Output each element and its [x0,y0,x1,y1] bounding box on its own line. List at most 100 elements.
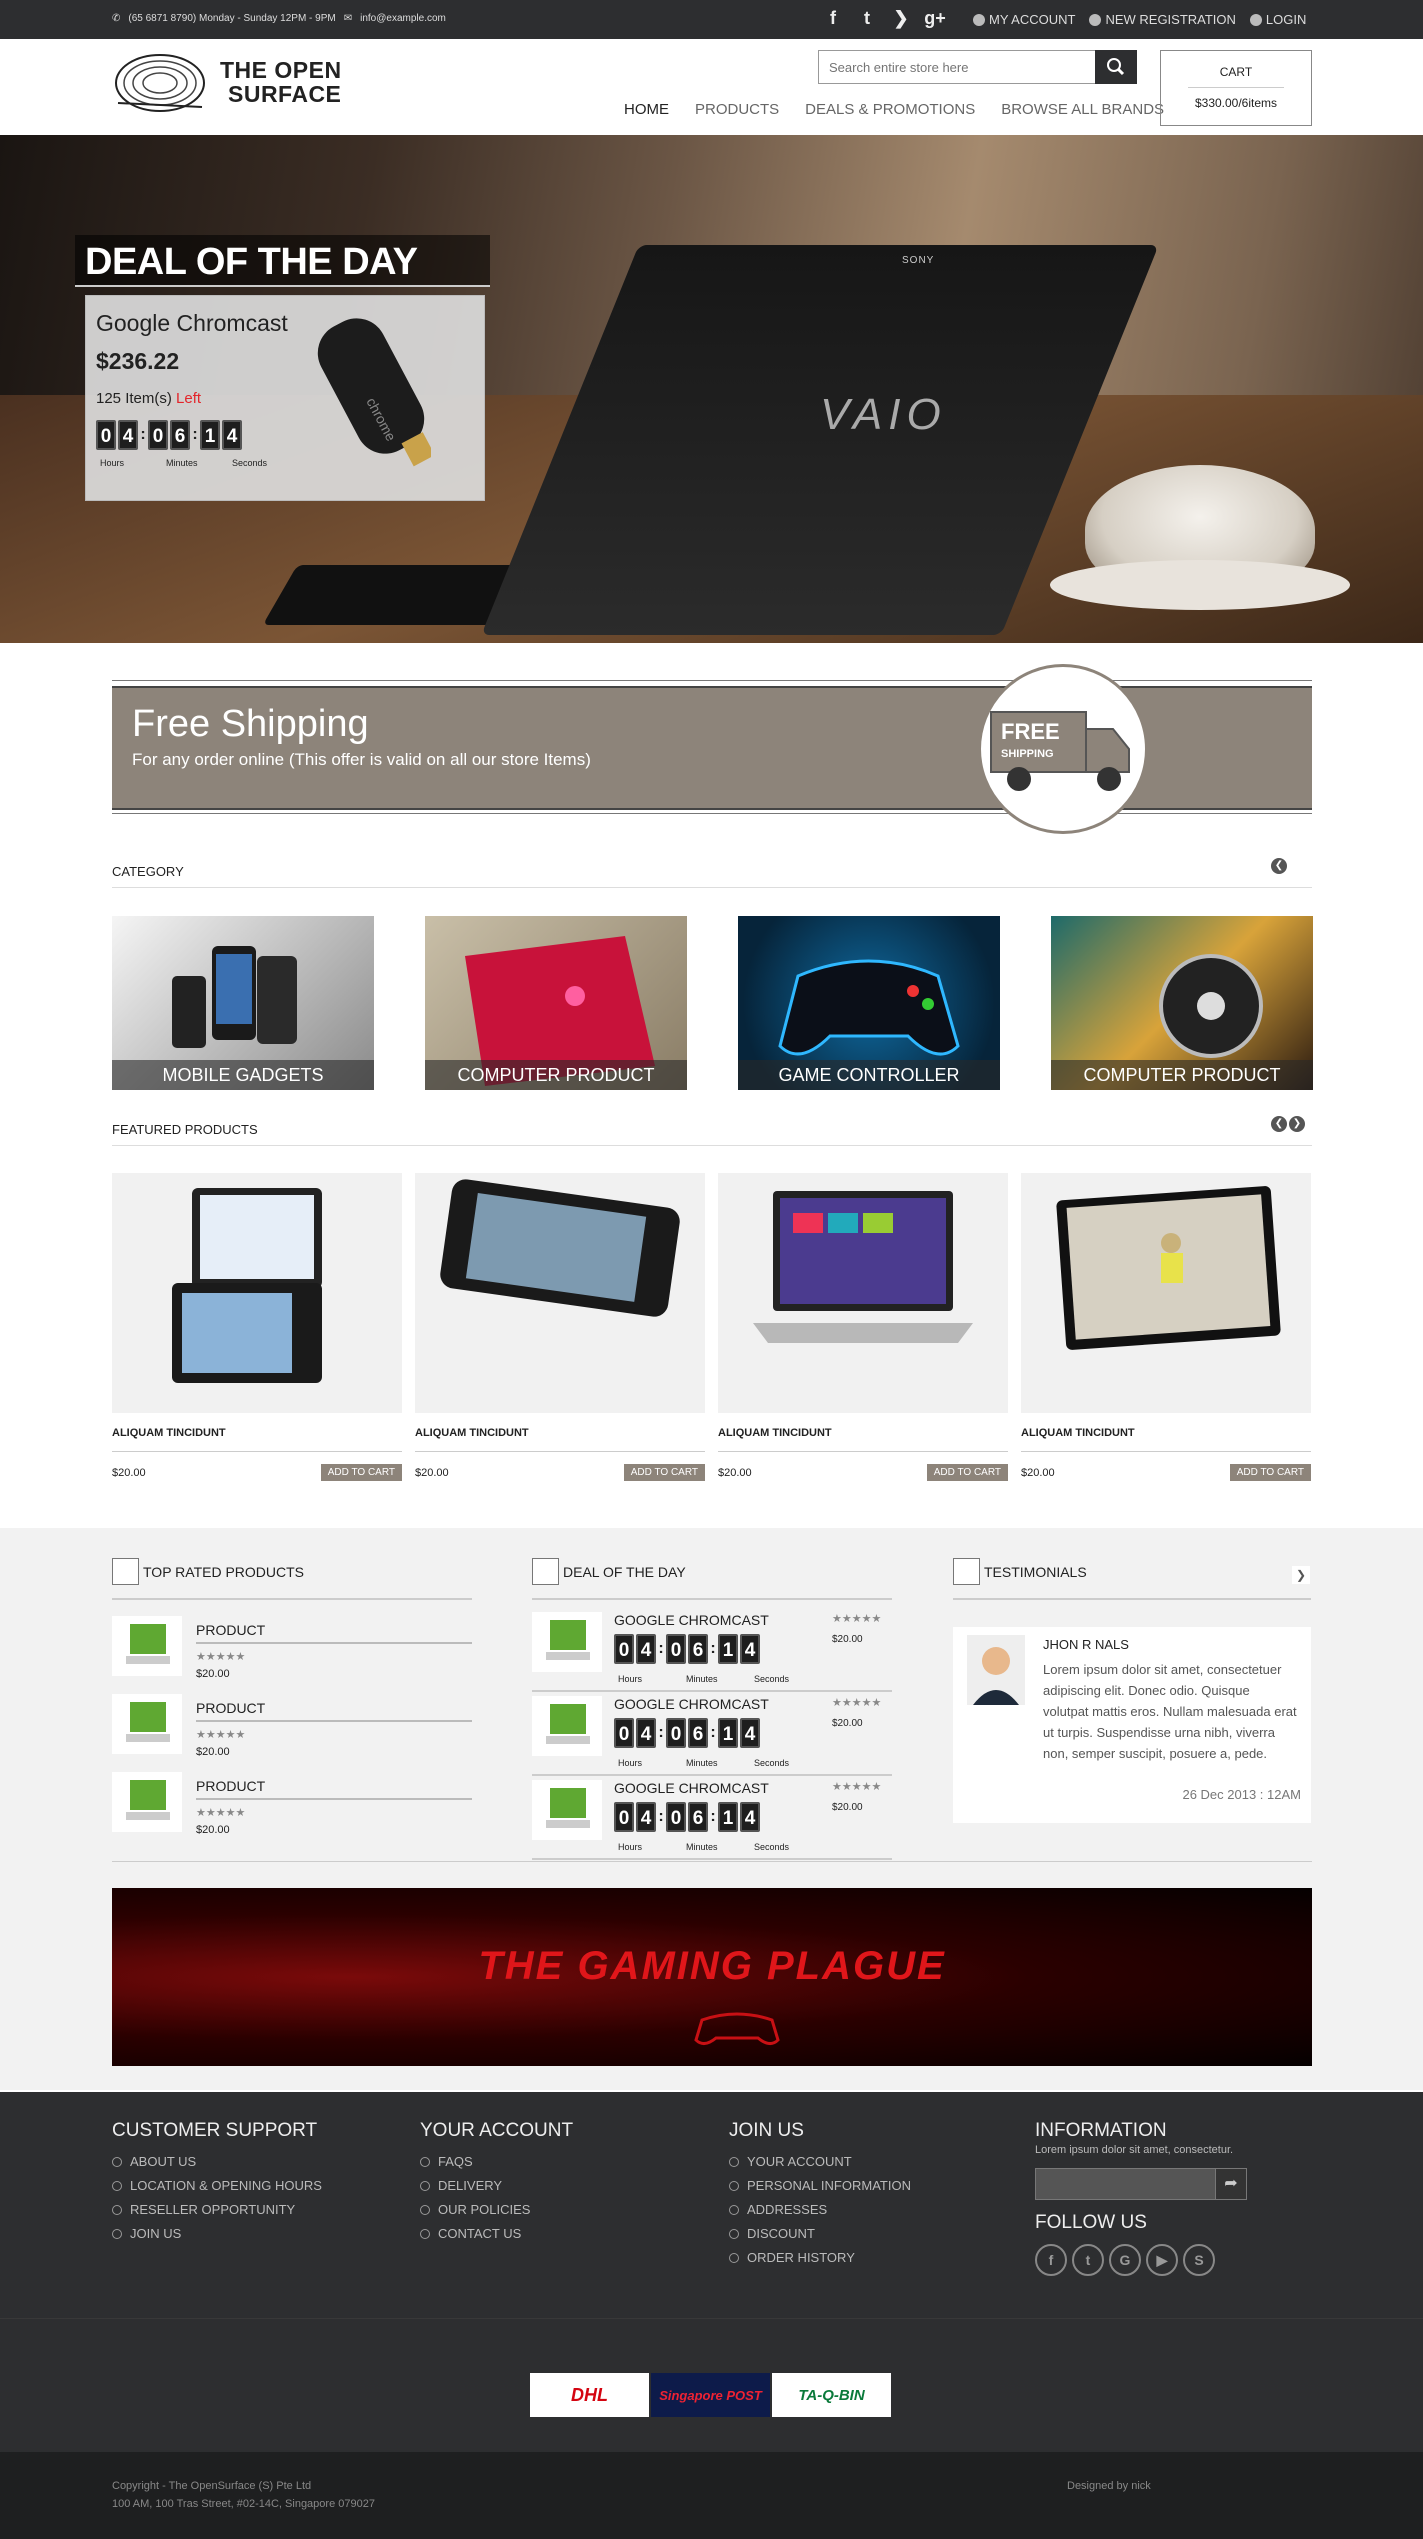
category-card[interactable]: GAME CONTROLLER [738,916,1000,1090]
deal-of-day-card[interactable]: Google Chromcast $236.22 125 Item(s) Lef… [85,295,485,501]
phone-text: (65 6871 8790) Monday - Sunday 12PM - 9P… [128,13,336,24]
newsletter-submit-icon[interactable]: ➦ [1215,2168,1247,2200]
search-icon [1107,58,1125,76]
product-price: $20.00 [718,1466,752,1479]
deal-countdown: 04: 06: 14 [96,420,242,450]
shell-logo-icon [115,54,205,112]
twitter-icon[interactable]: t [856,6,878,30]
copyright: Copyright - The OpenSurface (S) Pte Ltd [112,2480,312,2492]
add-to-cart-button[interactable]: ADD TO CART [320,1464,402,1481]
footer-link[interactable]: CONTACT US [420,2226,700,2241]
list-item[interactable]: GOOGLE CHROMCAST ★★★★★ $20.00 04:06:14 Hou… [532,1692,892,1776]
footer-link[interactable]: YOUR ACCOUNT [729,2154,1009,2169]
login-link[interactable]: LOGIN [1249,12,1306,27]
product-name[interactable]: ALIQUAM TINCIDUNT [1021,1427,1311,1452]
footer-link[interactable]: DISCOUNT [729,2226,1009,2241]
product-thumb [532,1780,602,1840]
add-to-cart-button[interactable]: ADD TO CART [623,1464,705,1481]
list-item[interactable]: GOOGLE CHROMCAST ★★★★★ $20.00 04:06:14 Hou… [532,1608,892,1692]
designer-credit: Designed by nick [1067,2480,1151,2492]
footer-customer-support: CUSTOMER SUPPORT ABOUT US LOCATION & OPE… [112,2120,392,2250]
site-footer: CUSTOMER SUPPORT ABOUT US LOCATION & OPE… [0,2092,1423,2318]
footer-join-us: JOIN US YOUR ACCOUNT PERSONAL INFORMATIO… [729,2120,1009,2274]
category-card[interactable]: MOBILE GADGETS [112,916,374,1090]
product-name[interactable]: ALIQUAM TINCIDUNT [415,1427,705,1452]
follow-us-heading: FOLLOW US [1035,2212,1147,2233]
footer-link[interactable]: ABOUT US [112,2154,392,2169]
add-to-cart-button[interactable]: ADD TO CART [926,1464,1008,1481]
list-item[interactable]: GOOGLE CHROMCAST ★★★★★ $20.00 04:06:14 Hou… [532,1776,892,1860]
cart-label: CART [1219,65,1253,79]
product-card[interactable]: ALIQUAM TINCIDUNT $20.00 ADD TO CART [718,1173,1008,1481]
add-to-cart-button[interactable]: ADD TO CART [1229,1464,1311,1481]
account-links: MY ACCOUNT NEW REGISTRATION LOGIN [973,12,1306,27]
my-account-link[interactable]: MY ACCOUNT [973,12,1075,27]
category-prev-icon[interactable]: ❮ [1271,858,1287,874]
product-price: $20.00 [1021,1466,1055,1479]
skype-icon[interactable]: S [1183,2244,1215,2276]
logo-text: THE OPEN SURFACE [220,57,342,107]
footer-link[interactable]: DELIVERY [420,2178,700,2193]
product-name[interactable]: ALIQUAM TINCIDUNT [718,1427,1008,1452]
category-card[interactable]: COMPUTER PRODUCT [1051,916,1313,1090]
footer-link[interactable]: ORDER HISTORY [729,2250,1009,2265]
list-item[interactable]: PRODUCT ★★★★★ $20.00 [112,1616,472,1686]
testimonial-card: JHON R NALS Lorem ipsum dolor sit amet, … [953,1627,1311,1823]
footer-your-account: YOUR ACCOUNT FAQS DELIVERY OUR POLICIES … [420,2120,700,2250]
banner-title: THE GAMING PLAGUE [478,1944,946,1988]
product-card[interactable]: ALIQUAM TINCIDUNT $20.00 ADD TO CART [1021,1173,1311,1481]
footer-link[interactable]: FAQS [420,2154,700,2169]
google-plus-icon[interactable]: g+ [924,6,946,30]
social-links: f t ❯ g+ [822,6,946,30]
featured-next-icon[interactable]: ❯ [1289,1116,1305,1132]
product-card[interactable]: ALIQUAM TINCIDUNT $20.00 ADD TO CART [112,1173,402,1481]
search-button[interactable] [1095,50,1137,84]
svg-text:SHIPPING: SHIPPING [1001,748,1054,760]
shipping-title: Free Shipping [132,703,369,745]
site-logo[interactable]: THE OPEN SURFACE [112,49,342,115]
gaming-plague-banner[interactable]: THE GAMING PLAGUE [112,1888,1312,2066]
twitter-icon[interactable]: t [1072,2244,1104,2276]
lock-icon [1249,13,1262,26]
footer-link[interactable]: LOCATION & OPENING HOURS [112,2178,392,2193]
youtube-icon[interactable]: ▶ [1146,2244,1178,2276]
countdown-labels: Hours Minutes Seconds [100,458,268,468]
list-item[interactable]: PRODUCT ★★★★★ $20.00 [112,1694,472,1764]
dhl-logo: DHL [530,2373,649,2417]
search-input[interactable] [818,50,1098,84]
testimonial-next-icon[interactable]: ❯ [1292,1566,1310,1584]
category-label: COMPUTER PRODUCT [1051,1060,1313,1090]
laptop-brand: VAIO [820,390,947,439]
footer-link[interactable]: PERSONAL INFORMATION [729,2178,1009,2193]
list-item[interactable]: PRODUCT ★★★★★ $20.00 [112,1772,472,1842]
footer-link[interactable]: JOIN US [112,2226,392,2241]
facebook-icon[interactable]: f [1035,2244,1067,2276]
deal-of-day-title: DEAL OF THE DAY [85,241,418,283]
featured-prev-icon[interactable]: ❮ [1271,1116,1287,1132]
nav-deals[interactable]: DEALS & PROMOTIONS [805,101,975,118]
cart-box[interactable]: CART $330.00/6items [1160,50,1312,126]
footer-link[interactable]: ADDRESSES [729,2202,1009,2217]
email-link[interactable]: info@example.com [360,13,446,24]
category-label: COMPUTER PRODUCT [425,1060,687,1090]
product-name[interactable]: ALIQUAM TINCIDUNT [112,1427,402,1452]
new-registration-link[interactable]: NEW REGISTRATION [1089,12,1236,27]
laptop-brand-small: SONY [902,255,935,266]
newsletter-input[interactable] [1035,2168,1219,2200]
free-shipping-truck-icon: FREE SHIPPING [978,664,1148,834]
nav-products[interactable]: PRODUCTS [695,101,779,118]
facebook-icon[interactable]: f [822,6,844,30]
check-icon [1089,13,1102,26]
top-rated-heading: TOP RATED PRODUCTS [112,1558,304,1585]
google-icon[interactable]: G [1109,2244,1141,2276]
category-card[interactable]: COMPUTER PRODUCT [425,916,687,1090]
product-card[interactable]: ALIQUAM TINCIDUNT $20.00 ADD TO CART [415,1173,705,1481]
product-image [753,1191,973,1343]
nav-brands[interactable]: BROWSE ALL BRANDS [1001,101,1164,118]
rss-icon[interactable]: ❯ [890,6,912,30]
singapore-post-logo: Singapore POST [651,2373,770,2417]
nav-home[interactable]: HOME [624,101,669,118]
chromecast-image: chrome [317,318,431,467]
footer-link[interactable]: OUR POLICIES [420,2202,700,2217]
footer-link[interactable]: RESELLER OPPORTUNITY [112,2202,392,2217]
